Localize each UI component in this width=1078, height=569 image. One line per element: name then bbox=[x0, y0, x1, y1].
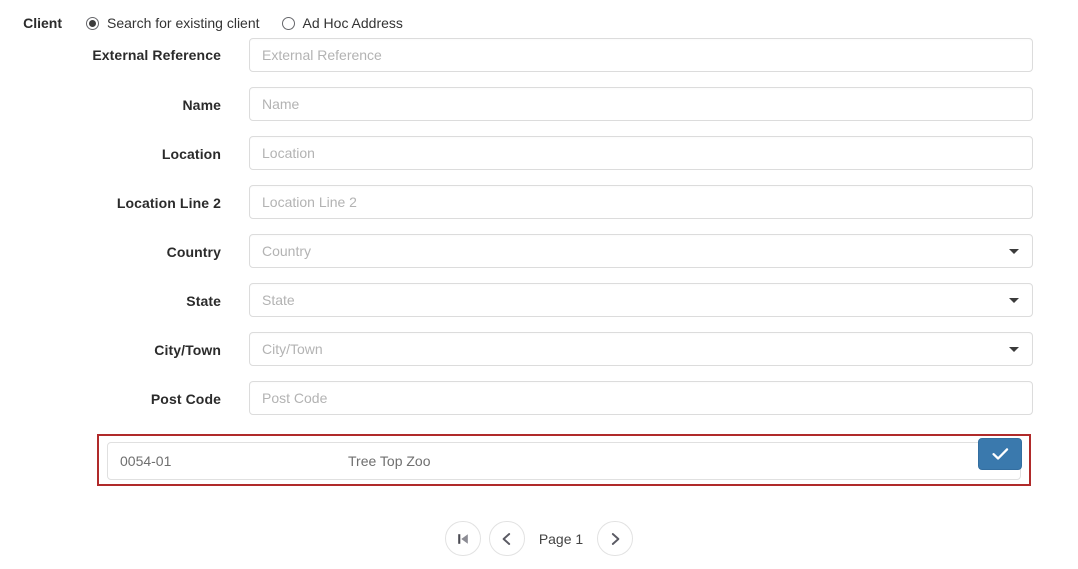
label-location-line-2: Location Line 2 bbox=[116, 195, 221, 211]
form-row-external-reference: External Reference bbox=[0, 38, 1078, 87]
field-wrap-city-town: City/Town bbox=[249, 332, 1033, 366]
label-state: State bbox=[186, 293, 221, 309]
chevron-down-icon[interactable] bbox=[1009, 347, 1019, 352]
search-results-panel: 0054-01 Tree Top Zoo bbox=[97, 434, 1031, 486]
select-state[interactable]: State bbox=[249, 283, 1033, 317]
skip-to-first-icon bbox=[458, 533, 468, 544]
form-row-name: Name bbox=[0, 87, 1078, 136]
chevron-left-icon bbox=[502, 532, 510, 545]
input-name[interactable] bbox=[249, 87, 1033, 121]
select-country[interactable]: Country bbox=[249, 234, 1033, 268]
first-page-button[interactable] bbox=[444, 521, 481, 556]
chevron-right-icon bbox=[612, 532, 620, 545]
label-city-town: City/Town bbox=[154, 342, 221, 358]
client-label: Client bbox=[23, 15, 62, 31]
select-city-town-value: City/Town bbox=[262, 341, 323, 357]
client-search-form: Client Search for existing client Ad Hoc… bbox=[0, 0, 1078, 569]
select-state-value: State bbox=[262, 292, 295, 308]
table-row[interactable]: 0054-01 Tree Top Zoo bbox=[107, 438, 1022, 480]
form-row-city-town: City/Town City/Town bbox=[0, 332, 1078, 381]
chevron-down-icon[interactable] bbox=[1009, 249, 1019, 254]
search-criteria-form: External Reference Name Location Locatio… bbox=[0, 38, 1078, 430]
pagination: Page 1 bbox=[0, 521, 1078, 556]
radio-selected-icon[interactable] bbox=[86, 16, 99, 30]
label-name: Name bbox=[182, 97, 221, 113]
client-mode-radio-group: Search for existing client Ad Hoc Addres… bbox=[86, 13, 425, 33]
select-city-town[interactable]: City/Town bbox=[249, 332, 1033, 366]
result-client-code: 0054-01 bbox=[120, 453, 172, 469]
field-wrap-name bbox=[249, 87, 1033, 121]
select-country-value: Country bbox=[262, 243, 312, 259]
previous-page-button[interactable] bbox=[488, 521, 525, 556]
form-row-location-line-2: Location Line 2 bbox=[0, 185, 1078, 234]
form-row-state: State State bbox=[0, 283, 1078, 332]
radio-unselected-icon[interactable] bbox=[281, 16, 295, 30]
field-wrap-post-code bbox=[249, 381, 1033, 415]
page-indicator: Page 1 bbox=[538, 530, 584, 547]
label-external-reference: External Reference bbox=[92, 47, 221, 63]
field-wrap-country: Country bbox=[249, 234, 1033, 268]
label-country: Country bbox=[166, 244, 221, 260]
result-client-name: Tree Top Zoo bbox=[348, 453, 431, 469]
chevron-down-icon[interactable] bbox=[1009, 298, 1019, 303]
next-page-button[interactable] bbox=[597, 521, 634, 556]
client-selection-row: Client Search for existing client Ad Hoc… bbox=[0, 11, 425, 35]
form-row-location: Location bbox=[0, 136, 1078, 185]
form-row-country: Country Country bbox=[0, 234, 1078, 283]
input-location-line-2[interactable] bbox=[249, 185, 1033, 219]
field-wrap-state: State bbox=[249, 283, 1033, 317]
field-wrap-location-line-2 bbox=[249, 185, 1033, 219]
radio-option-ad-hoc-address[interactable]: Ad Hoc Address bbox=[281, 13, 403, 33]
radio-label-ad-hoc-address: Ad Hoc Address bbox=[302, 15, 403, 31]
field-wrap-location bbox=[249, 136, 1033, 170]
input-location[interactable] bbox=[249, 136, 1033, 170]
radio-label-search-existing-client: Search for existing client bbox=[107, 15, 260, 31]
check-icon bbox=[991, 448, 1008, 460]
input-post-code[interactable] bbox=[249, 381, 1033, 415]
field-wrap-external-reference bbox=[249, 38, 1033, 72]
input-external-reference[interactable] bbox=[249, 38, 1033, 72]
radio-option-search-existing-client[interactable]: Search for existing client bbox=[86, 13, 260, 33]
label-location: Location bbox=[161, 146, 221, 162]
select-client-button[interactable] bbox=[978, 438, 1022, 470]
form-row-post-code: Post Code bbox=[0, 381, 1078, 430]
label-post-code: Post Code bbox=[150, 391, 221, 407]
